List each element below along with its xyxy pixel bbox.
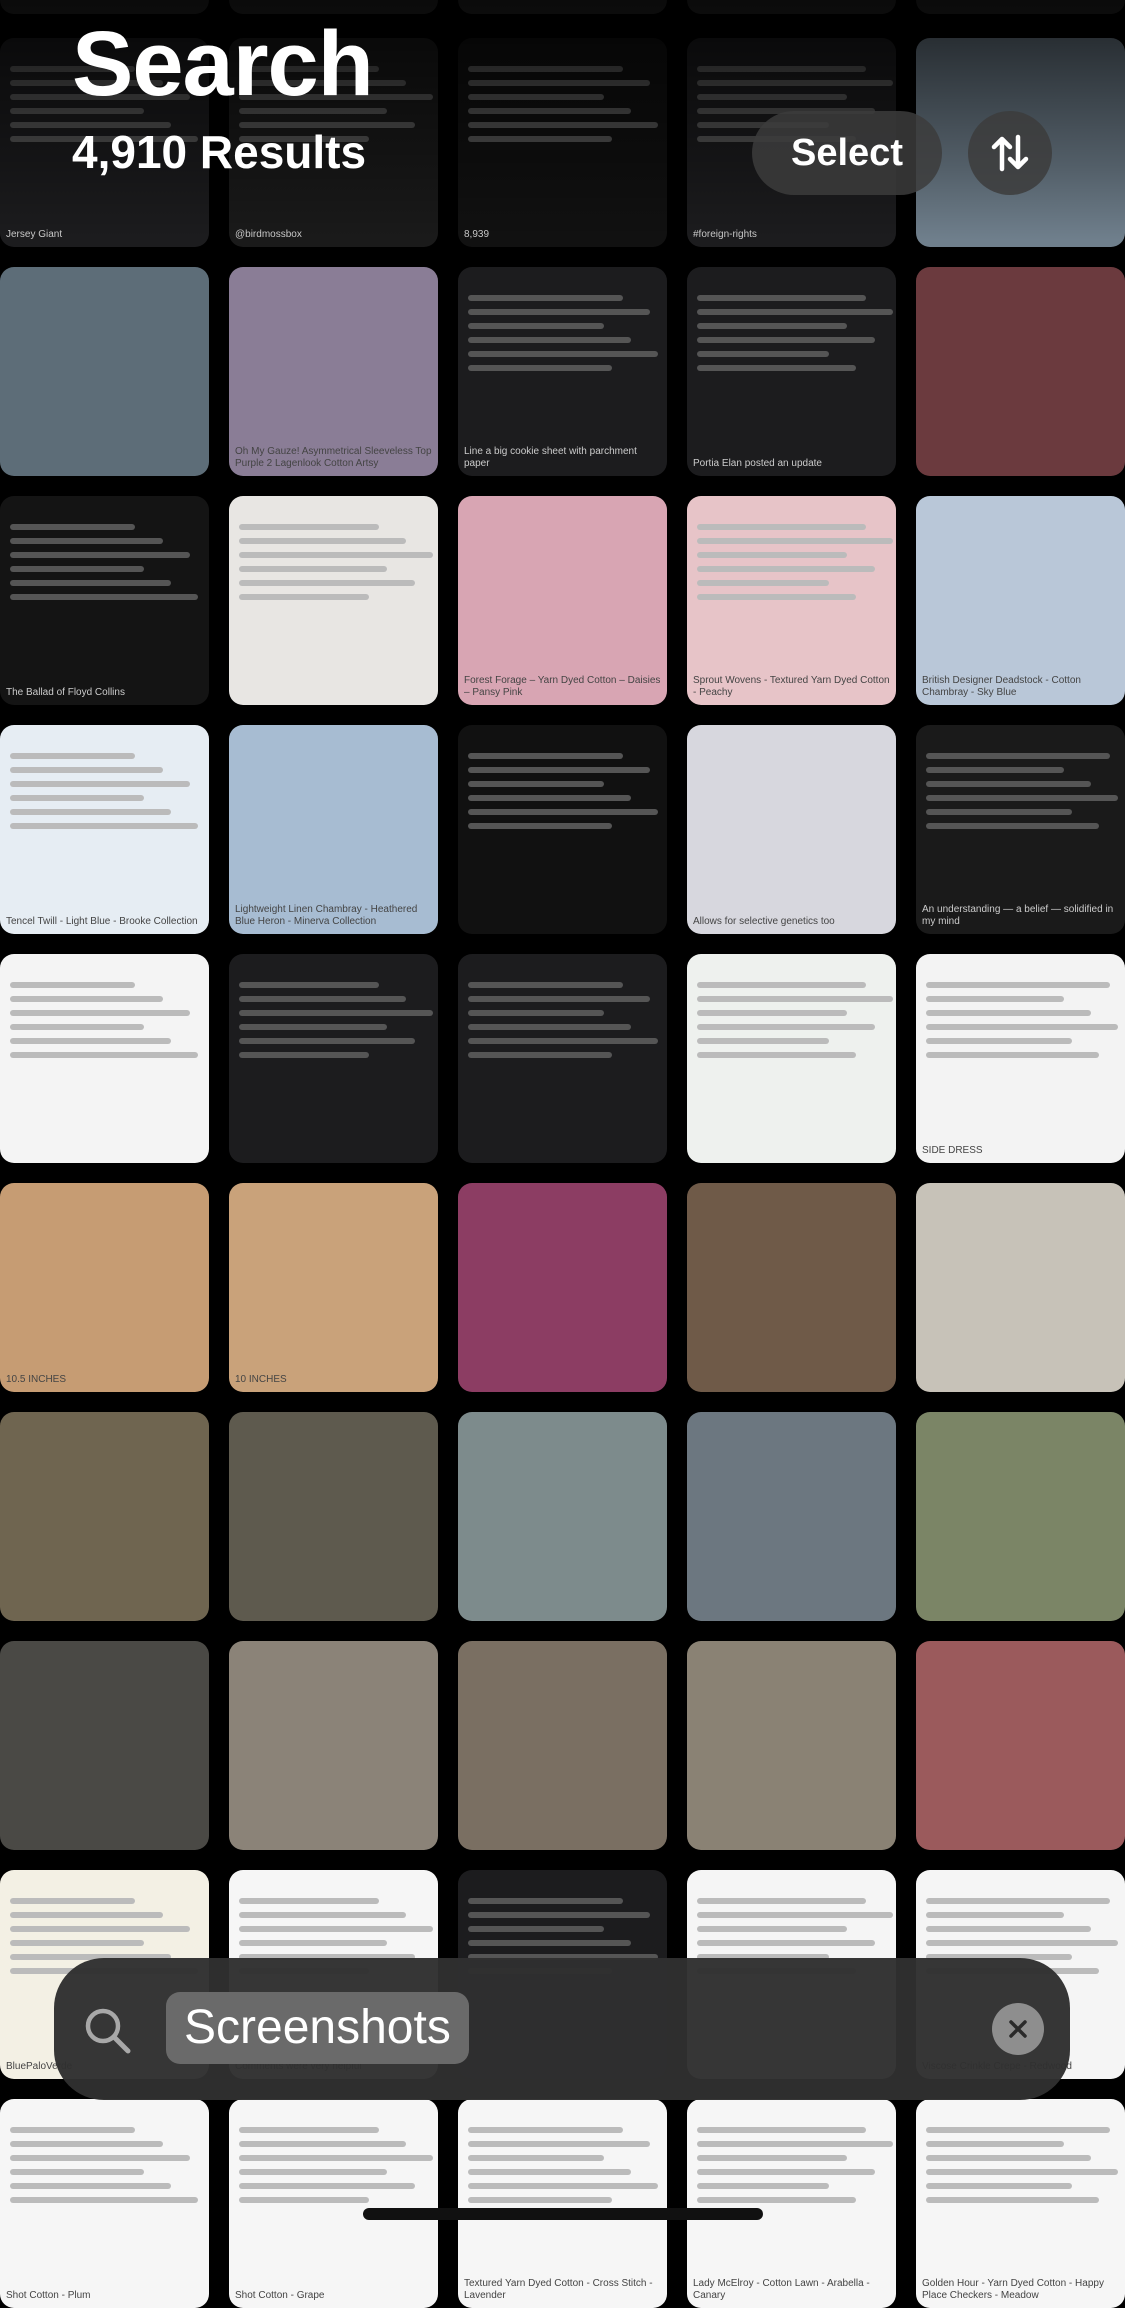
sort-button[interactable] [968,111,1052,195]
text-lines [687,2099,896,2203]
screenshot-thumbnail[interactable] [229,1641,438,1850]
screenshot-thumbnail[interactable] [916,1412,1125,1621]
home-indicator [363,2208,763,2220]
results-count: 4,910 Results [72,126,367,178]
thumbnail-caption: An understanding — a belief — solidified… [922,904,1114,927]
text-lines [0,2099,209,2203]
thumbnail-caption: Golden Hour - Yarn Dyed Cotton - Happy P… [922,2278,1104,2301]
screenshot-thumbnail[interactable]: Textured Yarn Dyed Cotton - Cross Stitch… [458,2099,667,2308]
screenshot-thumbnail[interactable] [916,1641,1125,1850]
screenshot-thumbnail[interactable] [687,1183,896,1392]
screenshot-thumbnail[interactable] [458,1183,667,1392]
screenshot-thumbnail[interactable] [229,496,438,705]
screenshot-thumbnail[interactable]: Lightweight Linen Chambray - Heathered B… [229,725,438,934]
screenshot-thumbnail[interactable]: Golden Hour - Yarn Dyed Cotton - Happy P… [916,2099,1125,2308]
thumbnail-caption: 10 INCHES [235,1374,287,1385]
text-lines [916,725,1125,829]
screenshot-thumbnail[interactable] [229,954,438,1163]
screenshot-thumbnail[interactable]: SIDE DRESS [916,954,1125,1163]
screenshot-thumbnail[interactable] [0,1641,209,1850]
magnifier-icon [85,2008,131,2054]
clear-x-icon [1009,2020,1027,2038]
thumbnail-caption: 10.5 INCHES [6,1374,67,1385]
text-lines [687,267,896,371]
screenshot-thumbnail[interactable] [458,954,667,1163]
text-lines [0,954,209,1058]
screenshot-thumbnail[interactable] [0,267,209,476]
text-lines [0,496,209,600]
screenshot-thumbnail[interactable]: Sprout Wovens - Textured Yarn Dyed Cotto… [687,496,896,705]
thumbnail-caption: Forest Forage – Yarn Dyed Cotton – Daisi… [464,675,661,698]
screenshot-thumbnail[interactable]: The Ballad of Floyd Collins [0,496,209,705]
screenshot-thumbnail[interactable]: Shot Cotton - Grape [229,2099,438,2308]
screenshot-thumbnail[interactable] [229,1412,438,1621]
text-lines [916,954,1125,1058]
text-lines [0,725,209,829]
screenshot-thumbnail[interactable]: 10 INCHES [229,1183,438,1392]
thumbnail-caption: British Designer Deadstock - Cotton Cham… [922,675,1081,698]
select-button[interactable]: Select [752,111,942,195]
screenshot-thumbnail[interactable] [916,267,1125,476]
thumbnail-caption: Sprout Wovens - Textured Yarn Dyed Cotto… [693,675,890,698]
thumbnail-caption: Portia Elan posted an update [693,458,822,469]
thumbnail-caption: The Ballad of Floyd Collins [6,687,125,698]
thumbnail-caption: Oh My Gauze! Asymmetrical Sleeveless Top… [235,446,432,469]
thumbnail-caption: Allows for selective genetics too [693,916,835,927]
text-lines [229,2099,438,2203]
text-lines [458,725,667,829]
thumbnail-caption: Tencel Twill - Light Blue - Brooke Colle… [6,916,198,927]
screenshot-thumbnail[interactable] [916,1183,1125,1392]
screenshot-thumbnail[interactable] [0,1412,209,1621]
screenshot-thumbnail[interactable] [687,954,896,1163]
text-lines [458,2099,667,2203]
screenshot-thumbnail[interactable]: Allows for selective genetics too [687,725,896,934]
search-token[interactable]: Screenshots [166,1992,469,2064]
thumbnail-caption: Line a big cookie sheet with parchment p… [464,446,637,469]
clear-search-button[interactable] [992,2003,1044,2055]
thumbnail-caption: Lady McElroy - Cotton Lawn - Arabella - … [693,2278,870,2301]
screenshot-thumbnail[interactable] [687,1412,896,1621]
thumbnail-caption: Shot Cotton - Grape [235,2290,325,2301]
thumbnail-caption: Shot Cotton - Plum [6,2290,91,2301]
text-lines [687,496,896,600]
screenshot-thumbnail[interactable]: Tencel Twill - Light Blue - Brooke Colle… [0,725,209,934]
screenshot-thumbnail[interactable]: Lady McElroy - Cotton Lawn - Arabella - … [687,2099,896,2308]
text-lines [229,954,438,1058]
screenshot-thumbnail[interactable]: 10.5 INCHES [0,1183,209,1392]
page-title: Search [72,13,374,115]
screenshot-thumbnail[interactable] [458,1641,667,1850]
screenshot-thumbnail[interactable]: Shot Cotton - Plum [0,2099,209,2308]
screenshot-thumbnail[interactable] [458,725,667,934]
text-lines [687,954,896,1058]
screenshot-thumbnail[interactable]: Line a big cookie sheet with parchment p… [458,267,667,476]
sort-arrows-icon [991,134,1029,172]
screenshot-thumbnail[interactable]: An understanding — a belief — solidified… [916,725,1125,934]
screenshot-thumbnail[interactable] [458,1412,667,1621]
screenshot-thumbnail[interactable]: Oh My Gauze! Asymmetrical Sleeveless Top… [229,267,438,476]
screenshot-thumbnail[interactable]: British Designer Deadstock - Cotton Cham… [916,496,1125,705]
text-lines [916,2099,1125,2203]
text-lines [458,267,667,371]
screenshot-thumbnail[interactable]: Portia Elan posted an update [687,267,896,476]
screenshot-thumbnail[interactable]: Forest Forage – Yarn Dyed Cotton – Daisi… [458,496,667,705]
thumbnail-caption: Textured Yarn Dyed Cotton - Cross Stitch… [464,2278,653,2301]
thumbnail-caption: Lightweight Linen Chambray - Heathered B… [235,904,418,927]
text-lines [458,954,667,1058]
text-lines [229,496,438,600]
thumbnail-caption: SIDE DRESS [922,1145,983,1156]
screenshot-thumbnail[interactable] [0,954,209,1163]
screenshot-thumbnail[interactable] [687,1641,896,1850]
photo-grid: Jersey Giant@birdmossbox8,939#foreign-ri… [0,0,1125,2308]
